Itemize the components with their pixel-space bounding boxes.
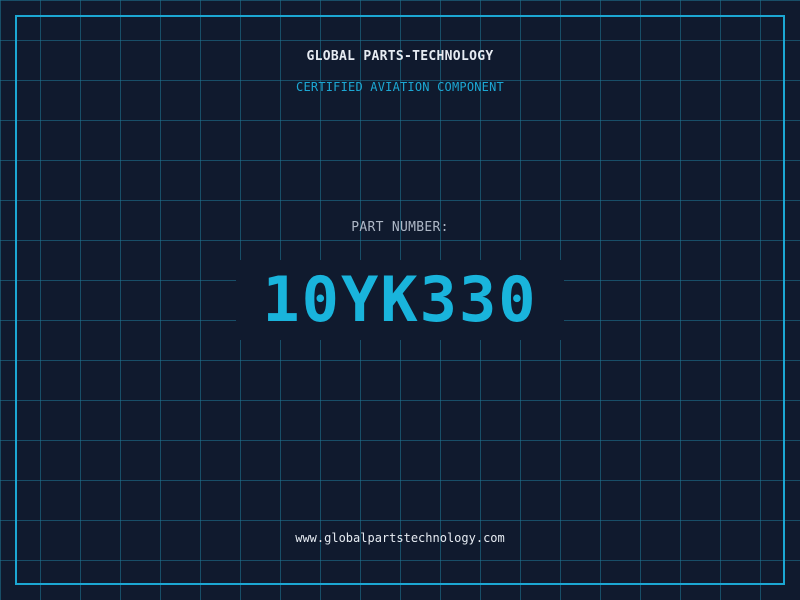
part-number-value: 10YK330 bbox=[262, 263, 538, 336]
part-number-label: PART NUMBER: bbox=[351, 220, 449, 235]
company-name: GLOBAL PARTS-TECHNOLOGY bbox=[306, 49, 494, 64]
label-canvas: GLOBAL PARTS-TECHNOLOGY CERTIFIED AVIATI… bbox=[0, 0, 800, 600]
website-url: www.globalpartstechnology.com bbox=[295, 531, 505, 545]
certification-tagline: CERTIFIED AVIATION COMPONENT bbox=[296, 80, 504, 94]
